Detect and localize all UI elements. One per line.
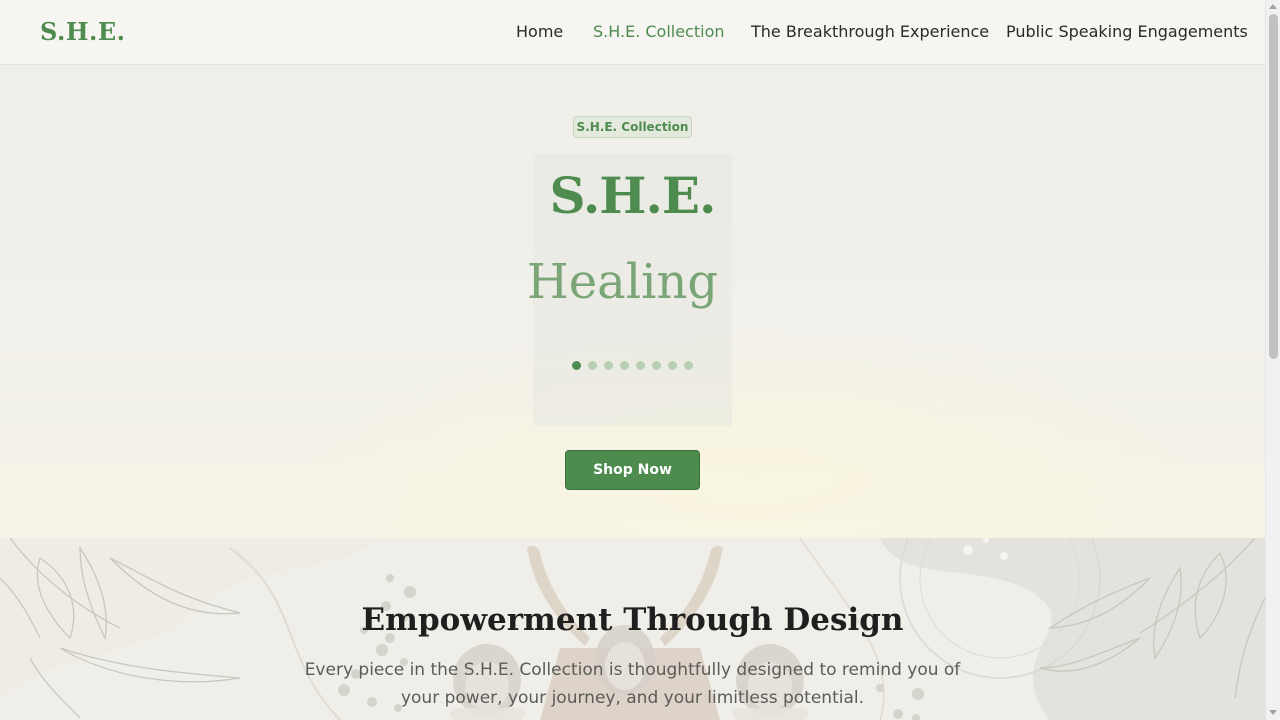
section-description: Every piece in the S.H.E. Collection is … [304,660,961,708]
scroll-thumb[interactable] [1269,14,1278,359]
site-header: S.H.E. Home S.H.E. Collection The Breakt… [0,0,1265,65]
carousel-dots [572,361,693,371]
hero-carousel: S.H.E. Healing [527,154,732,426]
carousel-dot[interactable] [604,361,613,370]
scroll-up-arrow-icon[interactable] [1269,4,1277,9]
nav-item-breakthrough-experience[interactable]: The Breakthrough Experience [751,22,989,41]
empowerment-section: Empowerment Through Design Every piece i… [0,538,1265,720]
shop-now-button[interactable]: Shop Now [565,450,700,490]
main-nav: Home S.H.E. Collection The Breakthrough … [0,22,1265,44]
carousel-dot[interactable] [572,361,581,370]
nav-item-public-speaking[interactable]: Public Speaking Engagements [1006,22,1248,41]
carousel-dot[interactable] [620,361,629,370]
carousel-title: S.H.E. [549,166,717,225]
carousel-dot[interactable] [668,361,677,370]
scroll-down-arrow-icon[interactable] [1269,710,1277,715]
hero-section: S.H.E. Collection S.H.E. Healing Shop No… [0,65,1265,538]
hero-glow [300,325,1200,538]
carousel-dot[interactable] [588,361,597,370]
page-scrollbar[interactable] [1265,0,1280,720]
carousel-dot[interactable] [684,361,693,370]
carousel-word: Healing [526,254,719,310]
nav-item-home[interactable]: Home [516,22,563,41]
carousel-dot[interactable] [652,361,661,370]
carousel-dot[interactable] [636,361,645,370]
collection-badge: S.H.E. Collection [573,116,692,138]
section-title: Empowerment Through Design [361,602,904,638]
nav-item-she-collection[interactable]: S.H.E. Collection [593,22,725,41]
